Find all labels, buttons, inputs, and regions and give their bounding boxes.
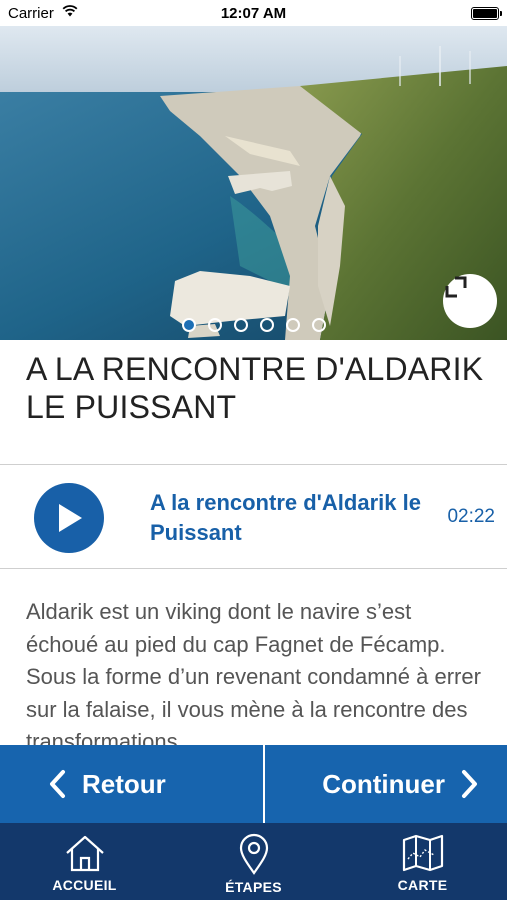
carousel-dot[interactable] — [259, 318, 274, 332]
continue-button[interactable]: Continuer — [265, 745, 507, 823]
carousel-dot[interactable] — [285, 318, 300, 332]
carousel-dot[interactable] — [181, 318, 196, 332]
hero-image-carousel[interactable] — [0, 26, 507, 340]
status-bar: Carrier 12:07 AM — [0, 0, 507, 26]
play-button[interactable] — [34, 483, 104, 553]
track-duration: 02:22 — [447, 506, 495, 527]
description-text: Aldarik est un viking dont le navire s’e… — [26, 599, 481, 754]
chevron-right-icon — [462, 770, 477, 798]
carousel-dot[interactable] — [233, 318, 248, 332]
clock: 12:07 AM — [220, 5, 287, 22]
tab-bar: ACCUEIL ÉTAPES CARTE — [0, 823, 507, 900]
expand-icon — [445, 276, 467, 298]
back-button-label: Retour — [82, 768, 166, 799]
battery-icon — [471, 7, 502, 20]
audio-track-row[interactable]: A la rencontre d'Aldarik le Puissant 02:… — [0, 466, 507, 568]
continue-button-label: Continuer — [322, 768, 445, 799]
divider — [0, 464, 507, 465]
tab-etapes[interactable]: ÉTAPES — [169, 823, 338, 900]
carousel-page-indicator[interactable] — [0, 318, 507, 332]
tab-accueil[interactable]: ACCUEIL — [0, 823, 169, 900]
tab-label: ÉTAPES — [225, 879, 282, 895]
page-title: A LA RENCONTRE D'ALDARIK LE PUISSANT — [26, 351, 484, 425]
chevron-left-icon — [50, 770, 65, 798]
map-pin-icon — [239, 833, 268, 875]
map-icon — [402, 834, 443, 872]
carousel-dot[interactable] — [311, 318, 326, 332]
divider — [0, 568, 507, 569]
step-navigation: Retour Continuer — [0, 745, 507, 823]
track-title: A la rencontre d'Aldarik le Puissant — [150, 490, 421, 545]
expand-image-button[interactable] — [443, 274, 497, 328]
tab-label: ACCUEIL — [52, 877, 117, 893]
home-icon — [65, 835, 104, 872]
tab-label: CARTE — [397, 877, 448, 893]
play-icon — [59, 504, 82, 532]
cliff-landscape-image — [0, 26, 507, 340]
back-button[interactable]: Retour — [0, 745, 265, 823]
carousel-dot[interactable] — [207, 318, 222, 332]
tab-carte[interactable]: CARTE — [338, 823, 507, 900]
